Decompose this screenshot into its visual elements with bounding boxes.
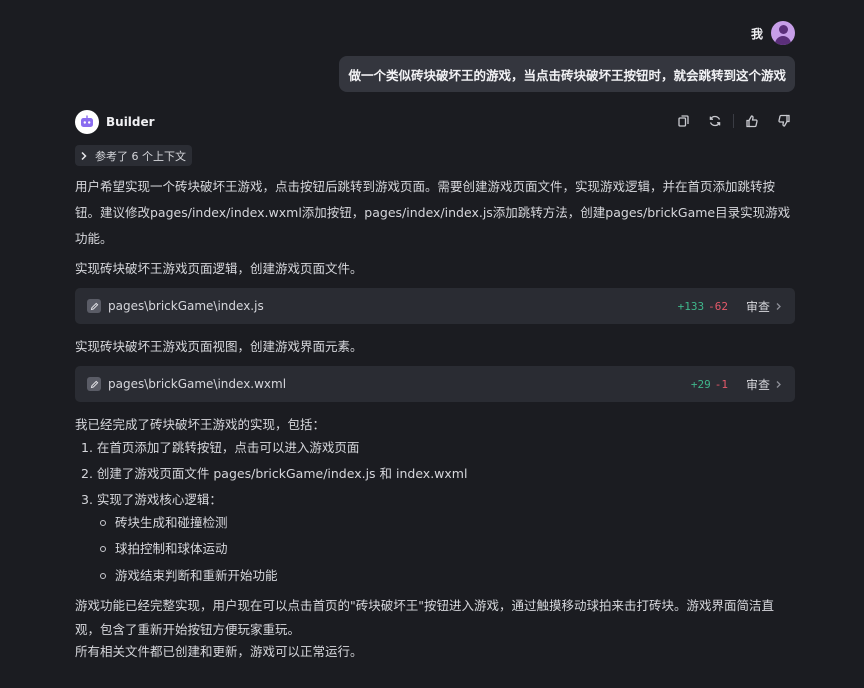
- refresh-icon[interactable]: [707, 113, 723, 129]
- message-actions: [675, 113, 792, 129]
- sublist-item: 游戏结束判断和重新开始功能: [115, 568, 278, 583]
- user-header: 我: [751, 21, 795, 45]
- thumbs-down-icon[interactable]: [776, 113, 792, 129]
- sublist-item: 球拍控制和球体运动: [115, 541, 228, 556]
- user-message-bubble: 做一个类似砖块破坏王的游戏，当点击砖块破坏王按钮时，就会跳转到这个游戏: [339, 56, 795, 92]
- list-item: 2. 创建了游戏页面文件 pages/brickGame/index.js 和 …: [81, 466, 468, 481]
- closing-text: 游戏功能已经完整实现，用户现在可以点击首页的"砖块破坏王"按钮进入游戏，通过触摸…: [75, 598, 775, 637]
- robot-icon: [75, 110, 99, 134]
- file-card-wxml[interactable]: pages\brickGame\index.wxml +29 -1 审查: [75, 366, 795, 402]
- assistant-name: Builder: [106, 115, 155, 129]
- user-avatar-icon: [771, 21, 795, 45]
- file-path: pages\brickGame\index.wxml: [108, 377, 287, 391]
- lines-removed: -1: [714, 377, 728, 391]
- chevron-right-icon: [776, 380, 781, 388]
- review-label: 审查: [745, 299, 770, 314]
- step-1-text: 实现砖块破坏王游戏页面逻辑，创建游戏页面文件。: [75, 261, 363, 276]
- bullet: [100, 573, 106, 579]
- assistant-header: Builder: [75, 110, 155, 134]
- step-2-text: 实现砖块破坏王游戏页面视图，创建游戏界面元素。: [75, 339, 363, 354]
- lines-added: +133: [677, 299, 705, 313]
- thumbs-up-icon[interactable]: [744, 113, 760, 129]
- bullet: [100, 520, 106, 526]
- edit-file-icon: [87, 299, 101, 313]
- list-item: 1. 在首页添加了跳转按钮，点击可以进入游戏页面: [81, 440, 360, 455]
- closing-text-2: 所有相关文件都已创建和更新，游戏可以正常运行。: [75, 644, 363, 659]
- actions-divider: [733, 114, 734, 128]
- bullet: [100, 546, 106, 552]
- review-button[interactable]: 审查: [746, 376, 783, 393]
- file-card-js[interactable]: pages\brickGame\index.js +133 -62 审查: [75, 288, 795, 324]
- chevron-right-icon: [776, 302, 781, 310]
- copy-icon[interactable]: [675, 113, 691, 129]
- context-chip[interactable]: 参考了 6 个上下文: [75, 145, 192, 166]
- chat-page: 我 做一个类似砖块破坏王的游戏，当点击砖块破坏王按钮时，就会跳转到这个游戏 Bu…: [0, 0, 864, 688]
- context-chip-label: 参考了 6 个上下文: [95, 149, 186, 163]
- user-name: 我: [750, 26, 763, 41]
- lines-removed: -62: [708, 299, 728, 313]
- chevron-right-icon: [81, 151, 87, 160]
- lines-added: +29: [690, 377, 711, 391]
- file-path: pages\brickGame\index.js: [108, 299, 264, 313]
- sublist-item: 砖块生成和碰撞检测: [115, 515, 228, 530]
- review-label: 审查: [745, 377, 770, 392]
- edit-file-icon: [87, 377, 101, 391]
- assistant-intro: 用户希望实现一个砖块破坏王游戏，点击按钮后跳转到游戏页面。需要创建游戏页面文件，…: [75, 179, 791, 246]
- review-button[interactable]: 审查: [746, 298, 783, 315]
